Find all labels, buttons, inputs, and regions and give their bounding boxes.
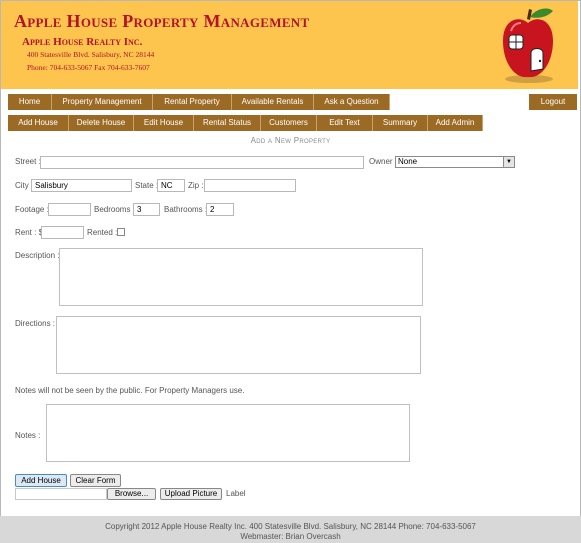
notes-label: Notes :	[15, 431, 41, 440]
state-label: State :	[135, 181, 159, 190]
site-title: Apple House Property Management	[14, 11, 310, 31]
description-textarea[interactable]	[59, 248, 423, 306]
city-input[interactable]: Salisbury	[31, 179, 132, 192]
site-header: Apple House Property Management Apple Ho…	[1, 1, 578, 89]
street-input[interactable]	[40, 156, 364, 169]
form-title: Add a New Property	[250, 136, 331, 145]
nav-add-admin[interactable]: Add Admin	[428, 115, 483, 131]
nav-edit-text[interactable]: Edit Text	[317, 115, 373, 131]
directions-textarea[interactable]	[56, 316, 421, 374]
bathrooms-input[interactable]: 2	[206, 203, 234, 216]
nav-add-house[interactable]: Add House	[8, 115, 69, 131]
notes-textarea[interactable]	[46, 404, 410, 462]
nav-home[interactable]: Home	[8, 94, 52, 110]
owner-label: Owner :	[369, 157, 398, 166]
bedrooms-input[interactable]: 3	[133, 203, 160, 216]
rent-label: Rent : $	[15, 228, 44, 237]
owner-select[interactable]: None ▼	[395, 156, 515, 168]
rented-checkbox[interactable]	[117, 228, 125, 236]
upload-picture-button[interactable]: Upload Picture	[160, 488, 222, 500]
main-nav: Home Property Management Rental Property…	[8, 94, 390, 110]
rented-label: Rented :	[87, 228, 118, 237]
nav-summary[interactable]: Summary	[373, 115, 428, 131]
nav-property-management[interactable]: Property Management	[52, 94, 153, 110]
file-path-input[interactable]	[15, 488, 107, 500]
rent-input[interactable]	[41, 226, 84, 239]
footage-input[interactable]	[48, 203, 91, 216]
zip-label: Zip :	[188, 181, 204, 190]
footer-copyright: Copyright 2012 Apple House Realty Inc. 4…	[105, 522, 476, 531]
browse-button[interactable]: Browse...	[107, 488, 156, 500]
upload-label: Label	[226, 489, 246, 498]
nav-delete-house[interactable]: Delete House	[69, 115, 134, 131]
nav-rental-property[interactable]: Rental Property	[153, 94, 232, 110]
admin-nav: Add House Delete House Edit House Rental…	[8, 115, 483, 131]
zip-input[interactable]	[204, 179, 296, 192]
footer-webmaster: Webmaster: Brian Overcash	[240, 532, 341, 541]
company-address: 400 Statesville Blvd. Salisbury, NC 2814…	[27, 50, 155, 59]
street-label: Street :	[15, 157, 41, 166]
nav-ask-question[interactable]: Ask a Question	[314, 94, 390, 110]
chevron-down-icon[interactable]: ▼	[503, 157, 514, 167]
clear-form-button[interactable]: Clear Form	[70, 474, 121, 487]
nav-available-rentals[interactable]: Available Rentals	[232, 94, 314, 110]
add-house-button[interactable]: Add House	[15, 474, 67, 487]
footage-label: Footage :	[15, 205, 49, 214]
description-label: Description :	[15, 251, 60, 260]
state-input[interactable]: NC	[157, 179, 185, 192]
nav-edit-house[interactable]: Edit House	[134, 115, 194, 131]
bathrooms-label: Bathrooms :	[164, 205, 208, 214]
directions-label: Directions :	[15, 319, 56, 328]
nav-customers[interactable]: Customers	[261, 115, 317, 131]
nav-rental-status[interactable]: Rental Status	[194, 115, 261, 131]
bedrooms-label: Bedrooms :	[94, 205, 135, 214]
company-name: Apple House Realty Inc.	[22, 36, 143, 48]
owner-select-value: None	[398, 157, 418, 166]
apple-house-icon	[503, 8, 553, 83]
logout-button[interactable]: Logout	[529, 94, 577, 110]
notes-info-text: Notes will not be seen by the public. Fo…	[15, 386, 245, 395]
company-phone: Phone: 704-633-5067 Fax 704-633-7607	[27, 63, 150, 72]
